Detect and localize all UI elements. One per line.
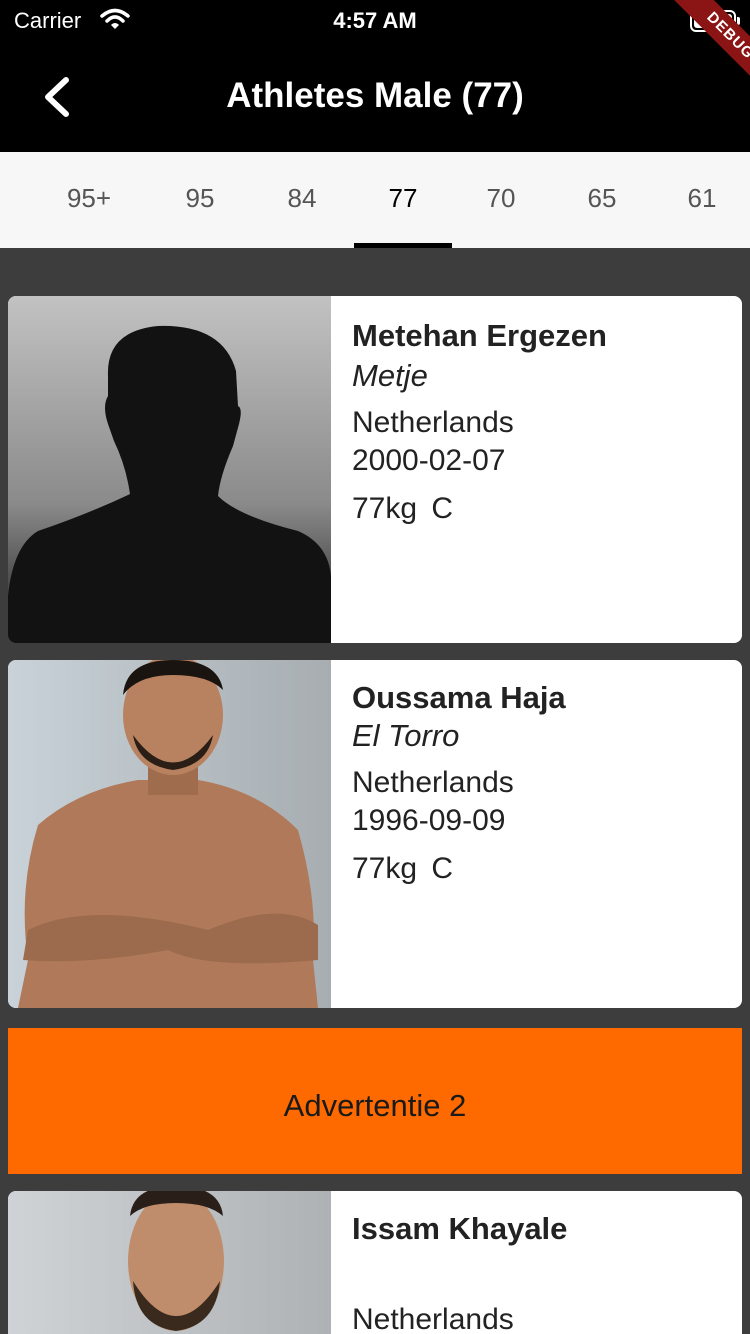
tab-77[interactable]: 77 (353, 152, 453, 248)
ad-label: Advertentie 2 (283, 1088, 467, 1123)
page-title: Athletes Male (77) (226, 76, 524, 115)
weight-class-tabs: 95+ 95 84 77 70 65 61 (0, 152, 750, 248)
athlete-country: Netherlands (352, 1303, 514, 1334)
status-bar: Carrier 4:57 AM (0, 0, 750, 40)
athlete-card[interactable]: Metehan Ergezen Metje Netherlands 2000-0… (8, 296, 742, 643)
tab-95-plus[interactable]: 95+ (39, 152, 139, 248)
athlete-weight: 77kg C (352, 492, 454, 525)
athlete-name: Issam Khayale (352, 1211, 568, 1246)
athlete-photo (8, 660, 331, 1008)
athlete-card[interactable]: Issam Khayale Netherlands (8, 1191, 742, 1334)
athlete-card[interactable]: Oussama Haja El Torro Netherlands 1996-0… (8, 660, 742, 1008)
status-time: 4:57 AM (333, 8, 417, 33)
tab-61[interactable]: 61 (652, 152, 750, 248)
athlete-nickname: Metje (352, 358, 428, 393)
athlete-country: Netherlands (352, 406, 514, 439)
ad-banner[interactable]: Advertentie 2 (8, 1028, 742, 1174)
tab-95[interactable]: 95 (150, 152, 250, 248)
athlete-country: Netherlands (352, 766, 514, 799)
athlete-nickname: El Torro (352, 718, 460, 753)
athlete-name: Metehan Ergezen (352, 318, 607, 353)
athlete-photo (8, 1191, 331, 1334)
athlete-photo-placeholder (8, 296, 331, 643)
athlete-dob: 1996-09-09 (352, 804, 506, 837)
athlete-name: Oussama Haja (352, 680, 566, 715)
athlete-weight: 77kg C (352, 852, 454, 885)
tab-70[interactable]: 70 (451, 152, 551, 248)
app-bar: Carrier 4:57 AM DEBUG Athletes Male (77) (0, 0, 750, 152)
tab-84[interactable]: 84 (252, 152, 352, 248)
athlete-dob: 2000-02-07 (352, 444, 506, 477)
tab-indicator (354, 243, 452, 248)
tab-65[interactable]: 65 (552, 152, 652, 248)
